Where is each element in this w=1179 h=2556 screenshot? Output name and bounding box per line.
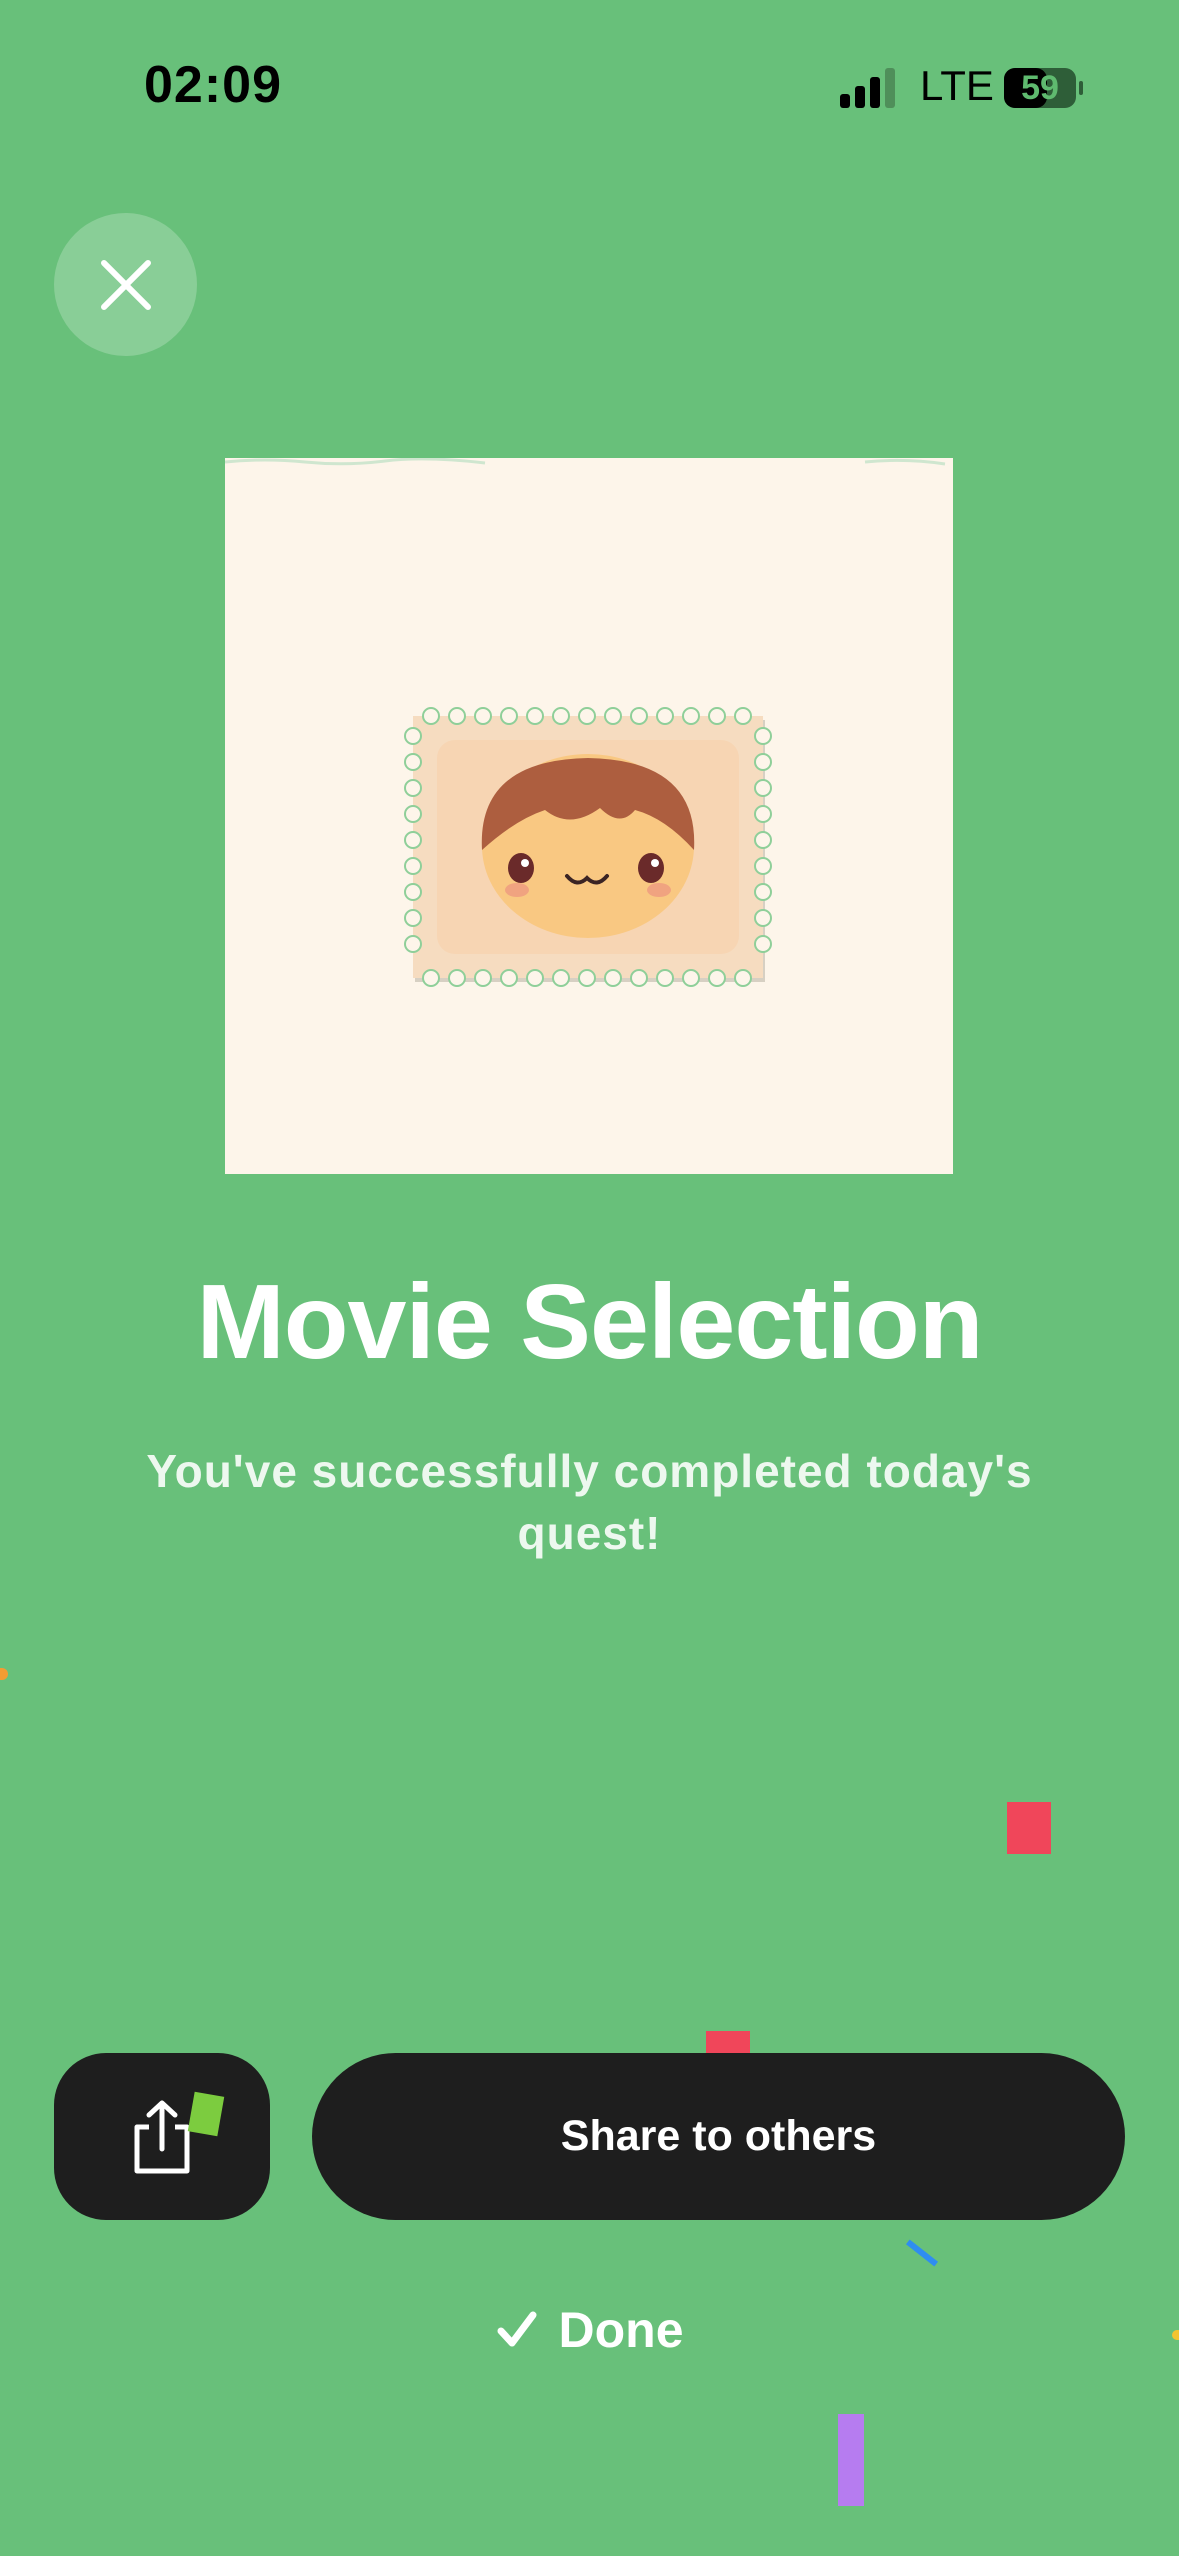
status-bar: 02:09 LTE 59 xyxy=(0,0,1179,175)
quest-title: Movie Selection xyxy=(196,1263,983,1381)
confetti-piece xyxy=(838,2414,864,2506)
close-button[interactable] xyxy=(54,213,197,356)
stamp-illustration xyxy=(224,457,946,987)
share-icon-button[interactable] xyxy=(54,2053,270,2220)
confetti-piece xyxy=(905,2239,939,2267)
confetti-piece xyxy=(1172,2330,1179,2340)
share-to-others-button[interactable]: Share to others xyxy=(312,2053,1125,2220)
status-time: 02:09 xyxy=(144,56,282,114)
done-button[interactable]: Done xyxy=(480,2290,700,2370)
close-icon xyxy=(100,259,151,310)
checkmark-icon xyxy=(497,2311,536,2347)
done-label: Done xyxy=(558,2302,684,2358)
battery-level: 59 xyxy=(1021,69,1059,107)
share-button-label: Share to others xyxy=(560,2112,877,2160)
quest-message: You've successfully completed today's qu… xyxy=(146,1445,1033,1559)
confetti-piece xyxy=(1007,1802,1051,1854)
share-icon xyxy=(134,2100,190,2173)
stamp-card xyxy=(224,457,953,1174)
network-type: LTE xyxy=(920,62,994,109)
confetti-piece xyxy=(0,1668,8,1680)
signal-icon xyxy=(840,68,895,108)
